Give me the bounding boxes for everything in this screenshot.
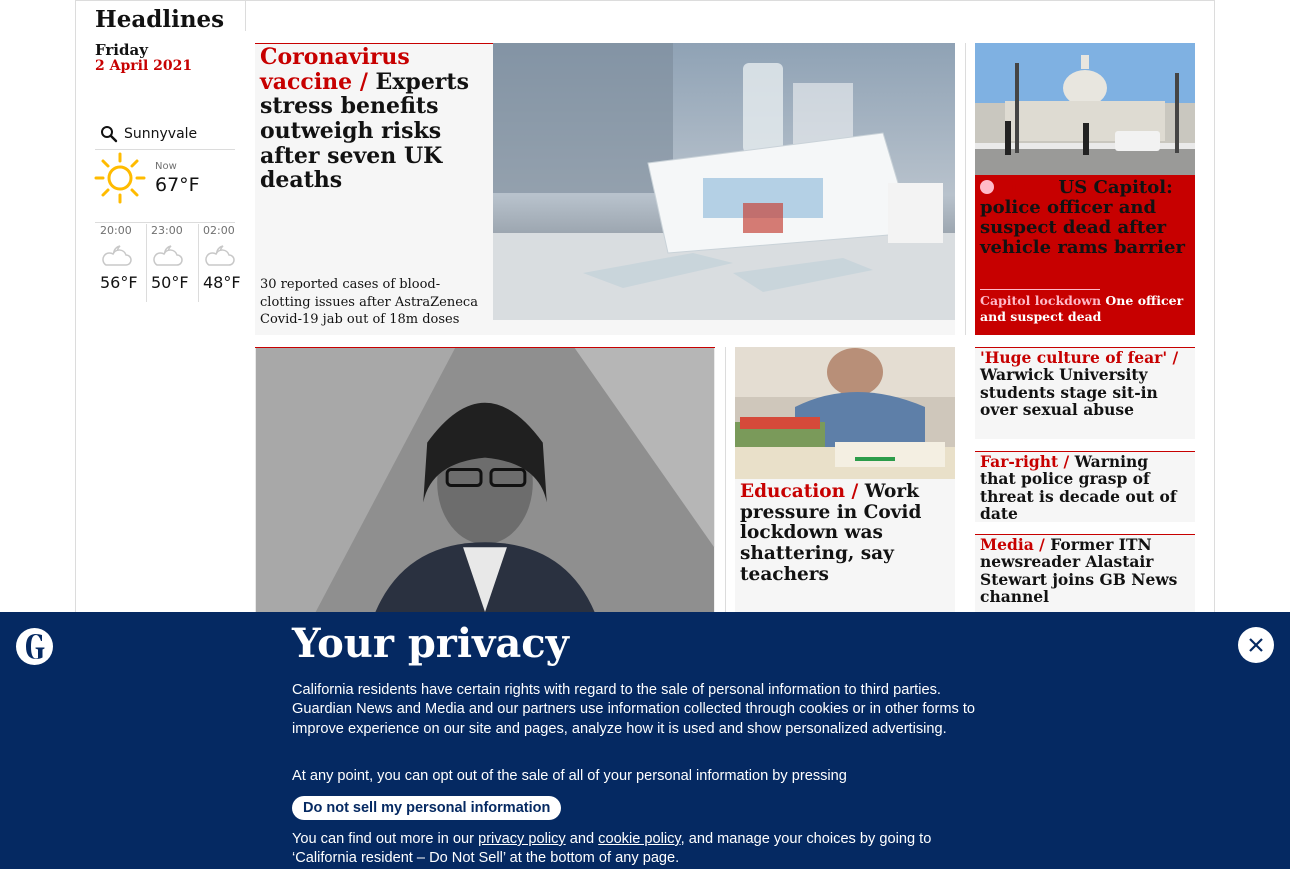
story-title: Warwick University students stage sit-in… (980, 365, 1158, 420)
column-divider (965, 43, 966, 335)
close-icon (1249, 638, 1263, 652)
privacy-policy-link[interactable]: privacy policy (478, 831, 566, 847)
live-story-divider (980, 289, 1100, 290)
column-divider (725, 347, 726, 612)
edition-date: 2 April 2021 (95, 58, 193, 74)
guardian-logo-icon (16, 628, 53, 665)
forecast-divider (95, 222, 235, 223)
do-not-sell-button[interactable]: Do not sell my personal information (292, 796, 562, 820)
main-story-headline[interactable]: Coronavirus vaccine / Experts stress ben… (260, 45, 488, 193)
sublink-kicker: Capitol lockdown (980, 293, 1102, 308)
story-headline[interactable]: 'Huge culture of fear' / Warwick Univers… (980, 349, 1185, 418)
capitol-photo[interactable] (975, 43, 1195, 175)
forecast-item: 02:00 48°F (199, 224, 249, 299)
forecast-temp: 50°F (151, 273, 189, 292)
search-icon (101, 125, 118, 142)
main-story-standfirst: 30 reported cases of blood-clotting issu… (260, 277, 478, 328)
story-headline[interactable]: Far-right / Warning that police grasp of… (980, 453, 1185, 522)
cookie-policy-link[interactable]: cookie policy (598, 831, 680, 847)
privacy-paragraph: You can find out more in our privacy pol… (292, 830, 997, 869)
education-story-kicker: Education / (740, 481, 859, 502)
forecast-time: 02:00 (203, 224, 235, 237)
partly-cloudy-night-icon (153, 245, 183, 266)
vaccine-photo[interactable] (493, 43, 955, 320)
live-story-headline[interactable]: Live / US Capitol: police officer and su… (980, 177, 1185, 259)
privacy-text: You can find out more in our (292, 831, 475, 847)
weather-location: Sunnyvale (124, 125, 198, 142)
privacy-banner: Your privacy California residents have c… (0, 612, 1290, 869)
weather-now-label: Now (155, 161, 177, 172)
forecast-item: 20:00 56°F (96, 224, 146, 299)
forecast-item: 23:00 50°F (147, 224, 197, 299)
forecast-time: 23:00 (151, 224, 183, 237)
section-title: Headlines (95, 6, 225, 33)
edition-day: Friday (95, 41, 148, 59)
story-kicker: Far-right / (980, 452, 1070, 471)
privacy-paragraph: California residents have certain rights… (292, 682, 976, 737)
privacy-text: and (569, 831, 595, 847)
forecast-temp: 48°F (203, 273, 241, 292)
education-story-headline[interactable]: Education / Work pressure in Covid lockd… (740, 481, 950, 586)
forecast-temp: 56°F (100, 273, 138, 292)
live-story-kicker: Live / (998, 177, 1053, 198)
partly-cloudy-night-icon (205, 245, 235, 266)
weather-location-search[interactable]: Sunnyvale (95, 118, 235, 150)
story-headline[interactable]: Media / Former ITN newsreader Alastair S… (980, 536, 1185, 605)
privacy-title: Your privacy (292, 620, 569, 667)
teacher-photo[interactable] (735, 347, 955, 479)
story-kicker: 'Huge culture of fear' / (980, 348, 1179, 367)
forecast-time: 20:00 (100, 224, 132, 237)
live-indicator-icon (980, 180, 994, 194)
portrait-photo[interactable] (255, 347, 715, 612)
sunny-icon (94, 152, 146, 204)
weather-now-temp: 67°F (155, 174, 200, 196)
privacy-paragraph: At any point, you can opt out of the sal… (292, 768, 847, 784)
live-story-sublink[interactable]: Capitol lockdown One officer and suspect… (980, 293, 1185, 326)
close-button[interactable] (1238, 627, 1274, 663)
partly-cloudy-night-icon (102, 245, 132, 266)
story-kicker: Media / (980, 535, 1045, 554)
title-divider (245, 0, 246, 31)
top-rule (75, 0, 1215, 1)
